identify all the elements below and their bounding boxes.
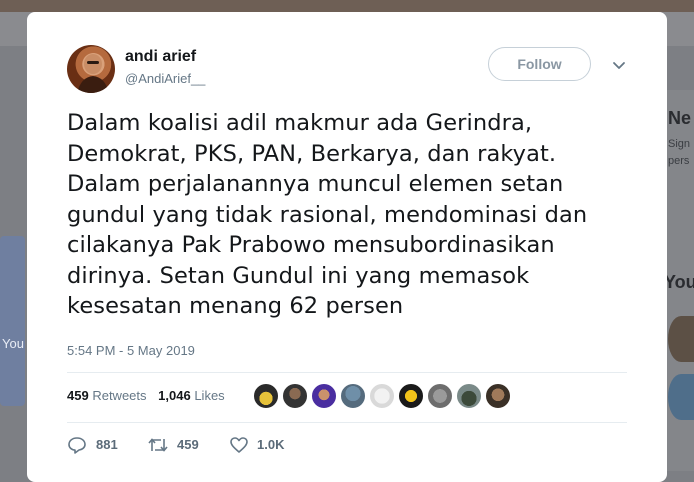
liker-avatar[interactable] [398,383,424,409]
divider [67,372,627,373]
author-handle[interactable]: @AndiArief__ [125,71,205,86]
background-left-card-label: You [2,336,24,351]
background-left-card [0,236,25,406]
liker-avatar[interactable] [456,383,482,409]
likes-label: Likes [194,388,225,403]
follow-button[interactable]: Follow [488,47,591,81]
background-right-line: pers [668,155,690,167]
liker-avatar[interactable] [340,383,366,409]
background-avatar [668,316,694,362]
tweet-timestamp[interactable]: 5:54 PM - 5 May 2019 [67,343,195,358]
liker-avatar[interactable] [282,383,308,409]
likes-stat[interactable]: 1,046 Likes [158,388,225,403]
tweet-modal: andi arief @AndiArief__ Follow Dalam koa… [27,12,667,482]
background-right-heading: Ne [668,108,692,128]
tweet-stats: 459 Retweets 1,046 Likes [67,388,225,403]
liker-avatar[interactable] [427,383,453,409]
retweets-stat[interactable]: 459 Retweets [67,388,147,403]
retweets-count: 459 [67,388,89,403]
reply-button[interactable]: 881 [67,435,127,455]
retweet-button[interactable]: 459 [147,435,217,455]
background-right-line: Sign [668,138,691,150]
likes-count: 1,046 [158,388,191,403]
retweets-label: Retweets [92,388,147,403]
author-avatar[interactable] [67,45,115,93]
liker-avatar[interactable] [369,383,395,409]
like-button[interactable]: 1.0K [229,435,299,455]
like-count: 1.0K [257,437,285,452]
divider [67,422,627,423]
heart-icon [230,437,248,453]
tweet-text: Dalam koalisi adil makmur ada Gerindra, … [67,110,588,319]
liker-avatar[interactable] [253,383,279,409]
liker-avatar[interactable] [485,383,511,409]
background-avatar [668,374,694,420]
reply-icon [68,437,86,454]
retweet-count: 459 [177,437,199,452]
background-right-heading: You [664,272,694,292]
background-header-photo [0,0,694,12]
author-name[interactable]: andi arief [125,48,196,66]
chevron-down-icon[interactable] [612,61,626,71]
reply-count: 881 [96,437,118,452]
retweet-icon [148,438,168,452]
liker-avatar[interactable] [311,383,337,409]
